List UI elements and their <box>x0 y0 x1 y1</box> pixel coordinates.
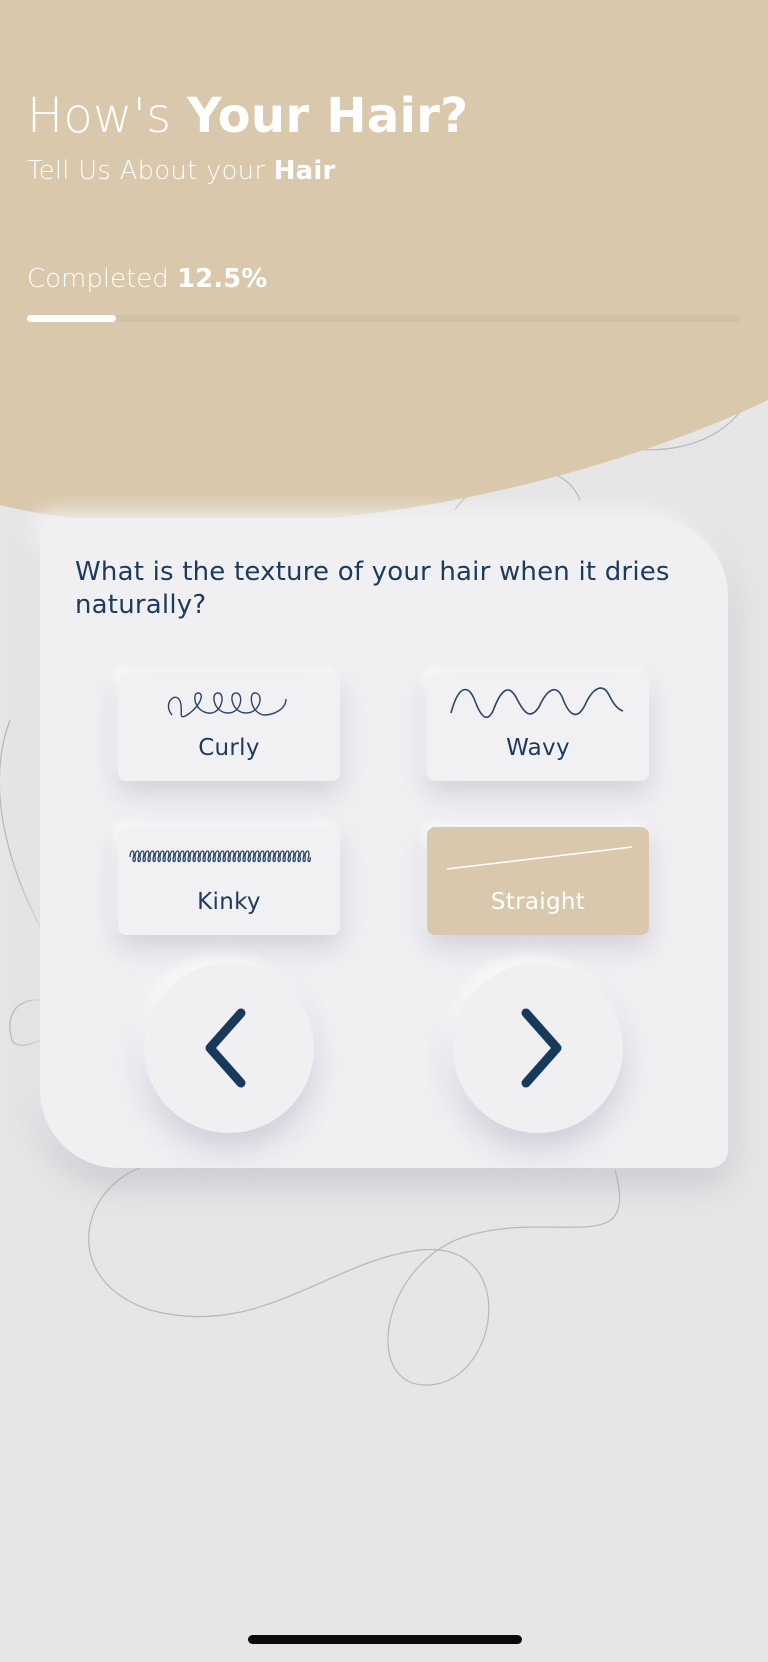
chevron-left-icon <box>205 1008 246 1088</box>
option-label-straight: Straight <box>490 889 586 915</box>
progress-bar <box>27 315 741 322</box>
option-straight-button[interactable]: Straight <box>427 827 649 935</box>
option-label-kinky: Kinky <box>197 889 261 915</box>
progress-bar-fill <box>27 315 117 322</box>
kinky-hair-icon <box>129 850 311 863</box>
next-button[interactable] <box>453 963 623 1133</box>
progress-label: Completed 12.5% <box>27 264 268 294</box>
question-text: What is the texture of your hair when it… <box>75 557 670 620</box>
progress-value: 12.5% <box>177 264 268 294</box>
option-label-curly: Curly <box>198 735 260 761</box>
page-subtitle: Tell Us About your Hair <box>27 156 336 186</box>
straight-hair-icon <box>446 846 633 870</box>
back-button[interactable] <box>144 963 314 1133</box>
page-title: How's Your Hair? <box>27 88 469 144</box>
curly-hair-icon <box>167 692 287 718</box>
option-wavy-button[interactable]: Wavy <box>427 673 649 781</box>
option-label-wavy: Wavy <box>506 735 570 761</box>
wavy-hair-icon <box>450 687 624 719</box>
home-indicator <box>248 1635 522 1644</box>
option-kinky-button[interactable]: Kinky <box>118 827 340 935</box>
option-curly-button[interactable]: Curly <box>118 673 340 781</box>
chevron-right-icon <box>521 1008 562 1088</box>
